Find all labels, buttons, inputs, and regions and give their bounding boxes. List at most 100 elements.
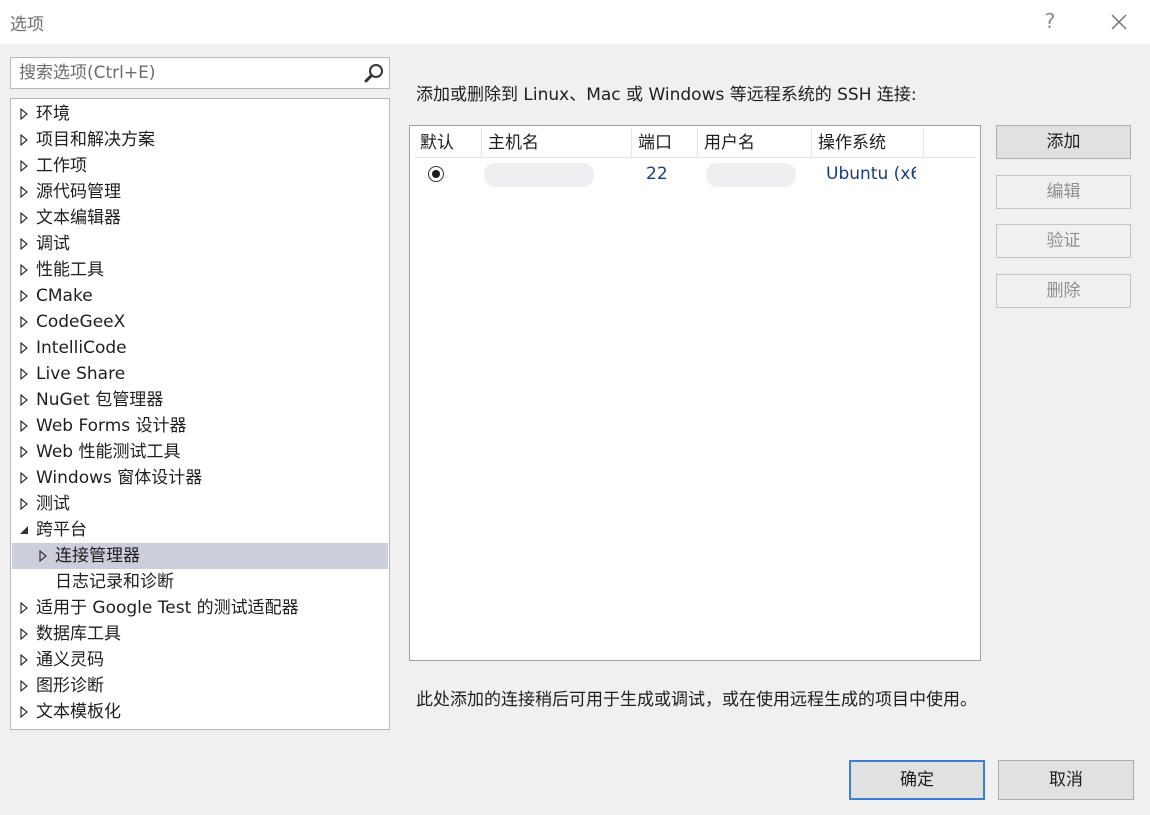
- expand-arrow-icon[interactable]: [19, 602, 29, 614]
- tree-item-label: 图形诊断: [36, 676, 104, 696]
- tree-item-label: 适用于 Google Test 的测试适配器: [36, 598, 299, 618]
- tree-item-label: Web 性能测试工具: [36, 442, 181, 462]
- expand-arrow-icon[interactable]: [19, 706, 29, 718]
- expand-arrow-icon[interactable]: [19, 420, 29, 432]
- column-header-port[interactable]: 端口: [632, 128, 698, 158]
- expand-arrow-icon[interactable]: [19, 394, 29, 406]
- expand-arrow-icon[interactable]: [19, 186, 29, 198]
- expand-arrow-icon[interactable]: [19, 628, 29, 640]
- panel-description: 添加或删除到 Linux、Mac 或 Windows 等远程系统的 SSH 连接…: [416, 85, 917, 105]
- tree-item-label: IntelliCode: [36, 338, 127, 358]
- tree-item[interactable]: 调试: [12, 231, 388, 257]
- tree-item-label: CodeGeeX: [36, 312, 126, 332]
- hostname-redacted: [484, 163, 594, 187]
- column-header-os[interactable]: 操作系统: [812, 128, 924, 158]
- tree-item-label: 文本模板化: [36, 702, 121, 722]
- tree-item-label: 性能工具: [36, 260, 104, 280]
- header-divider: [414, 157, 976, 158]
- search-box[interactable]: [10, 57, 390, 89]
- tree-item-label: 环境: [36, 104, 70, 124]
- tree-item-label: 跨平台: [36, 520, 87, 540]
- tree-item[interactable]: 文本编辑器: [12, 205, 388, 231]
- tree-item-label: Web Forms 设计器: [36, 416, 187, 436]
- column-header-username[interactable]: 用户名: [698, 128, 812, 158]
- tree-item-label: 源代码管理: [36, 182, 121, 202]
- tree-item[interactable]: 环境: [12, 101, 388, 127]
- tree-item[interactable]: 文本模板化: [12, 699, 388, 725]
- search-icon[interactable]: [363, 62, 385, 84]
- panel-footnote: 此处添加的连接稍后可用于生成或调试，或在使用远程生成的项目中使用。: [416, 690, 977, 710]
- collapse-arrow-icon[interactable]: [19, 524, 29, 536]
- expand-arrow-icon[interactable]: [19, 498, 29, 510]
- tree-item-label: 通义灵码: [36, 650, 104, 670]
- column-header-default[interactable]: 默认: [414, 128, 482, 158]
- expand-arrow-icon[interactable]: [19, 342, 29, 354]
- delete-button[interactable]: 删除: [996, 274, 1131, 308]
- tree-item-label: 连接管理器: [55, 546, 140, 566]
- tree-item[interactable]: 数据库工具: [12, 621, 388, 647]
- close-icon: [1111, 14, 1127, 30]
- verify-button[interactable]: 验证: [996, 224, 1131, 258]
- tree-item[interactable]: NuGet 包管理器: [12, 387, 388, 413]
- tree-item-label: 数据库工具: [36, 624, 121, 644]
- expand-arrow-icon[interactable]: [19, 446, 29, 458]
- expand-arrow-icon[interactable]: [19, 238, 29, 250]
- tree-item[interactable]: Web 性能测试工具: [12, 439, 388, 465]
- tree-item[interactable]: 项目和解决方案: [12, 127, 388, 153]
- tree-item[interactable]: 连接管理器: [12, 543, 388, 569]
- expand-arrow-icon[interactable]: [19, 680, 29, 692]
- expand-arrow-icon[interactable]: [19, 160, 29, 172]
- expand-arrow-icon[interactable]: [38, 550, 48, 562]
- cancel-button[interactable]: 取消: [998, 760, 1134, 800]
- expand-arrow-icon[interactable]: [19, 290, 29, 302]
- radio-dot: [432, 170, 440, 178]
- tree-item[interactable]: 源代码管理: [12, 179, 388, 205]
- expand-arrow-icon[interactable]: [19, 654, 29, 666]
- tree-item[interactable]: 性能工具: [12, 257, 388, 283]
- tree-item[interactable]: Web Forms 设计器: [12, 413, 388, 439]
- os-cell: Ubuntu (x64): [826, 164, 916, 184]
- expand-arrow-icon[interactable]: [19, 472, 29, 484]
- add-button[interactable]: 添加: [996, 125, 1131, 159]
- column-header-hostname[interactable]: 主机名: [482, 128, 632, 158]
- tree-item[interactable]: CMake: [12, 283, 388, 309]
- tree-item[interactable]: 适用于 Google Test 的测试适配器: [12, 595, 388, 621]
- tree-item[interactable]: 通义灵码: [12, 647, 388, 673]
- expand-arrow-icon[interactable]: [19, 368, 29, 380]
- help-icon: ?: [1044, 9, 1056, 33]
- tree-item-label: 项目和解决方案: [36, 130, 155, 150]
- tree-item-label: 测试: [36, 494, 70, 514]
- search-input[interactable]: [11, 58, 351, 88]
- tree-item-label: CMake: [36, 286, 93, 306]
- title-bar: 选项 ?: [0, 0, 1150, 44]
- help-button[interactable]: ?: [1036, 6, 1064, 36]
- options-tree[interactable]: 环境项目和解决方案 工作项源代码管理文本编辑器调试性能工具 CMake CodeGee…: [10, 98, 390, 730]
- tree-item[interactable]: Live Share: [12, 361, 388, 387]
- ok-button[interactable]: 确定: [849, 760, 985, 800]
- tree-item[interactable]: IntelliCode: [12, 335, 388, 361]
- expand-arrow-icon[interactable]: [19, 316, 29, 328]
- tree-item[interactable]: 跨平台: [12, 517, 388, 543]
- expand-arrow-icon[interactable]: [19, 264, 29, 276]
- connection-list[interactable]: 默认 主机名 端口 用户名 操作系统 22 Ubuntu (x64): [409, 125, 981, 661]
- close-button[interactable]: [1104, 7, 1134, 37]
- window-title: 选项: [10, 15, 44, 35]
- connection-row[interactable]: 22 Ubuntu (x64): [414, 159, 976, 189]
- tree-item-label: 工作项: [36, 156, 87, 176]
- tree-item[interactable]: 日志记录和诊断: [12, 569, 388, 595]
- tree-item[interactable]: Windows 窗体设计器: [12, 465, 388, 491]
- default-radio[interactable]: [428, 166, 444, 182]
- tree-item[interactable]: 测试: [12, 491, 388, 517]
- tree-item[interactable]: 工作项: [12, 153, 388, 179]
- tree-item-label: Live Share: [36, 364, 126, 384]
- tree-item[interactable]: 图形诊断: [12, 673, 388, 699]
- expand-arrow-icon[interactable]: [19, 212, 29, 224]
- tree-item-label: 文本编辑器: [36, 208, 121, 228]
- tree-item[interactable]: CodeGeeX: [12, 309, 388, 335]
- expand-arrow-icon[interactable]: [19, 108, 29, 120]
- tree-item-label: 日志记录和诊断: [55, 572, 174, 592]
- tree-item-label: 调试: [36, 234, 70, 254]
- port-cell: 22: [646, 164, 668, 184]
- edit-button[interactable]: 编辑: [996, 175, 1131, 209]
- expand-arrow-icon[interactable]: [19, 134, 29, 146]
